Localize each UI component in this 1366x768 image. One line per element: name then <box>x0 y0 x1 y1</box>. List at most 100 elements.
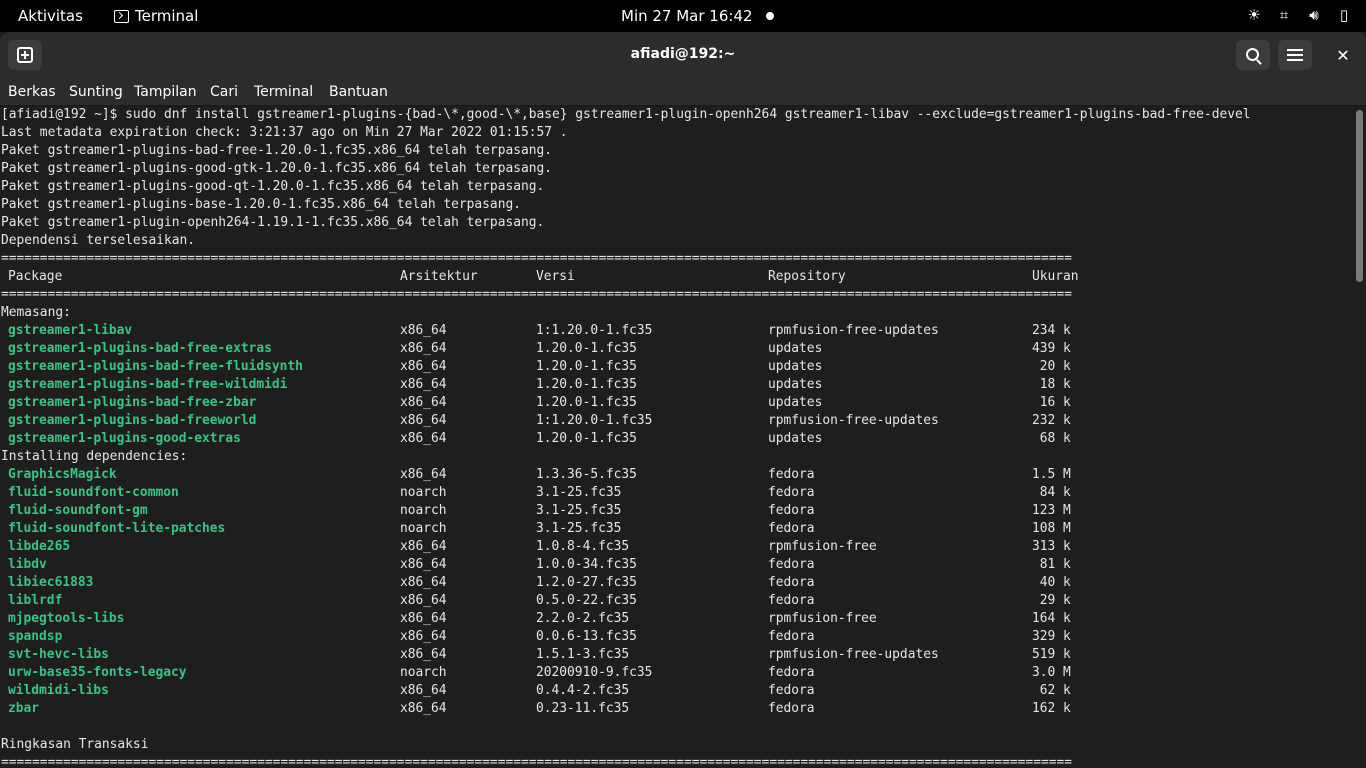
cell-arch: x86_64 <box>400 557 447 572</box>
table-row: mjpegtools-libs x86_64 2.2.0-2.fc35 rpmfusi… <box>1 610 1101 628</box>
output-line: Paket gstreamer1-plugins-base-1.20.0-1.f… <box>1 197 521 212</box>
cell-repo: fedora <box>768 575 815 590</box>
cell-repo: rpmfusion-free-updates <box>768 413 939 428</box>
cell-repo: rpmfusion-free-updates <box>768 323 939 338</box>
cell-arch: x86_64 <box>400 593 447 608</box>
separator-rule: ========================================… <box>1 287 1072 302</box>
cell-size: 62 k <box>1032 683 1071 698</box>
cell-version: 1.5.1-3.fc35 <box>536 647 630 662</box>
cell-size: 40 k <box>1032 575 1071 590</box>
cell-repo: updates <box>768 359 823 374</box>
cell-version: 0.0.6-13.fc35 <box>536 629 637 644</box>
menu-button[interactable] <box>1278 40 1312 70</box>
cell-version: 1.20.0-1.fc35 <box>536 431 637 446</box>
cell-version: 1.0.0-34.fc35 <box>536 557 637 572</box>
cell-size: 123 M <box>1032 503 1071 518</box>
clock[interactable]: Min 27 Mar 16:42 <box>621 7 753 25</box>
table-row: libdv x86_64 1.0.0-34.fc35 fedora 81 k <box>1 556 1101 574</box>
cell-repo: fedora <box>768 629 815 644</box>
cell-version: 1.20.0-1.fc35 <box>536 359 637 374</box>
cell-version: 3.1-25.fc35 <box>536 503 622 518</box>
cell-repo: fedora <box>768 665 815 680</box>
cell-arch: x86_64 <box>400 431 447 446</box>
cell-arch: x86_64 <box>400 629 447 644</box>
cell-size: 313 k <box>1032 539 1071 554</box>
cell-arch: x86_64 <box>400 413 447 428</box>
table-row: gstreamer1-libav x86_64 1:1.20.0-1.fc35 rpm… <box>1 322 1101 340</box>
terminal-icon <box>114 9 129 23</box>
title-bar: afiadi@192:~ ✕ <box>0 32 1366 78</box>
menu-cari[interactable]: Cari <box>210 84 238 100</box>
cell-arch: noarch <box>400 665 447 680</box>
scrollbar[interactable] <box>1352 106 1366 768</box>
table-row: GraphicsMagick x86_64 1.3.36-5.fc35 fedora 1… <box>1 466 1101 484</box>
activities-button[interactable]: Aktivitas <box>18 7 83 25</box>
cell-repo: updates <box>768 431 823 446</box>
cell-name: fluid-soundfont-common <box>8 485 179 500</box>
menu-bantuan[interactable]: Bantuan <box>329 84 388 100</box>
cell-size: 162 k <box>1032 701 1071 716</box>
cell-name: urw-base35-fonts-legacy <box>8 665 187 680</box>
cell-size: 3.0 M <box>1032 665 1071 680</box>
cell-size: 84 k <box>1032 485 1071 500</box>
cell-size: 1.5 M <box>1032 467 1071 482</box>
table-row: wildmidi-libs x86_64 0.4.4-2.fc35 fedora 62… <box>1 682 1101 700</box>
cell-arch: x86_64 <box>400 539 447 554</box>
cell-size: 18 k <box>1032 377 1071 392</box>
cell-repo: fedora <box>768 467 815 482</box>
cell-repo: fedora <box>768 485 815 500</box>
search-button[interactable] <box>1236 40 1270 70</box>
cell-name: liblrdf <box>8 593 63 608</box>
cell-size: 232 k <box>1032 413 1071 428</box>
output-line: Paket gstreamer1-plugins-bad-free-1.20.0… <box>1 143 553 158</box>
menu-berkas[interactable]: Berkas <box>8 84 56 100</box>
table-row: spandsp x86_64 0.0.6-13.fc35 fedora 329 k <box>1 628 1101 646</box>
window-title: afiadi@192:~ <box>630 46 736 62</box>
cell-version: 0.4.4-2.fc35 <box>536 683 630 698</box>
cell-name: fluid-soundfont-lite-patches <box>8 521 226 536</box>
cell-arch: x86_64 <box>400 341 447 356</box>
cell-size: 20 k <box>1032 359 1071 374</box>
cell-repo: fedora <box>768 557 815 572</box>
output-line: Paket gstreamer1-plugins-good-qt-1.20.0-… <box>1 179 545 194</box>
table-header: Package Arsitektur Versi Repository Ukuran <box>1 268 1101 286</box>
app-menu[interactable]: Terminal <box>114 7 198 25</box>
cell-name: fluid-soundfont-gm <box>8 503 148 518</box>
cell-version: 0.5.0-22.fc35 <box>536 593 637 608</box>
table-row: libde265 x86_64 1.0.8-4.fc35 rpmfusion-free… <box>1 538 1101 556</box>
table-row: gstreamer1-plugins-good-extras x86_64 1.20… <box>1 430 1101 448</box>
cell-name: svt-hevc-libs <box>8 647 109 662</box>
table-row: gstreamer1-plugins-bad-free-extras x86_64… <box>1 340 1101 358</box>
cell-name: gstreamer1-plugins-bad-free-fluidsynth <box>8 359 303 374</box>
battery-icon: ▯ <box>1339 6 1349 24</box>
table-row: gstreamer1-plugins-bad-free-wildmidi x86_… <box>1 376 1101 394</box>
cell-version: 1.20.0-1.fc35 <box>536 395 637 410</box>
cell-repo: fedora <box>768 683 815 698</box>
terminal-output[interactable]: [afiadi@192 ~]$ sudo dnf install gstream… <box>0 106 1352 768</box>
cell-version: 1:1.20.0-1.fc35 <box>536 413 653 428</box>
cell-version: 2.2.0-2.fc35 <box>536 611 630 626</box>
cell-size: 108 M <box>1032 521 1071 536</box>
cell-size: 519 k <box>1032 647 1071 662</box>
cell-size: 439 k <box>1032 341 1071 356</box>
scrollbar-thumb[interactable] <box>1356 110 1363 282</box>
table-row: liblrdf x86_64 0.5.0-22.fc35 fedora 29 k <box>1 592 1101 610</box>
cell-name: libdv <box>8 557 47 572</box>
cell-version: 1.0.8-4.fc35 <box>536 539 630 554</box>
menu-tampilan[interactable]: Tampilan <box>134 84 197 100</box>
menu-sunting[interactable]: Sunting <box>69 84 123 100</box>
cell-version: 1:1.20.0-1.fc35 <box>536 323 653 338</box>
cell-repo: fedora <box>768 521 815 536</box>
close-button[interactable]: ✕ <box>1326 40 1360 70</box>
cell-name: gstreamer1-plugins-good-extras <box>8 431 241 446</box>
table-row: gstreamer1-plugins-bad-free-zbar x86_64 1.… <box>1 394 1101 412</box>
cell-size: 164 k <box>1032 611 1071 626</box>
menu-terminal[interactable]: Terminal <box>254 84 313 100</box>
cell-version: 20200910-9.fc35 <box>536 665 653 680</box>
cell-name: gstreamer1-libav <box>8 323 133 338</box>
notification-dot-icon <box>766 12 774 20</box>
cell-repo: fedora <box>768 503 815 518</box>
cell-repo: rpmfusion-free <box>768 611 877 626</box>
system-tray[interactable]: ☀ ⌗ 🔊︎ ▯ <box>1246 7 1352 23</box>
cell-version: 1.20.0-1.fc35 <box>536 341 637 356</box>
